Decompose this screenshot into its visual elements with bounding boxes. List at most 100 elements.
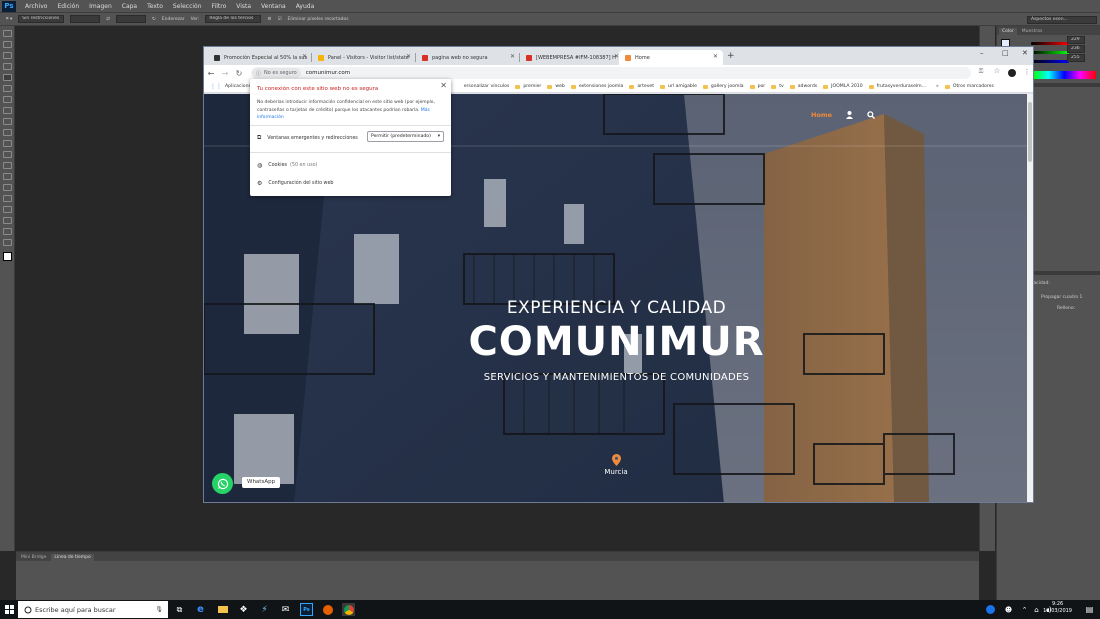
site-settings-row[interactable]: ⚙ Configuración del sitio web bbox=[257, 180, 333, 187]
crop-tool-icon[interactable]: ⌗ ▾ bbox=[6, 16, 12, 22]
move-tool-icon[interactable] bbox=[2, 30, 12, 37]
pen-tool-icon[interactable] bbox=[2, 184, 12, 191]
bookmark-star-icon[interactable]: ☆ bbox=[990, 67, 1004, 75]
whatsapp-button[interactable] bbox=[212, 473, 233, 494]
bookmarks-more-button[interactable]: » bbox=[936, 84, 939, 89]
type-tool-icon[interactable] bbox=[2, 195, 12, 202]
lasso-tool-icon[interactable] bbox=[2, 52, 12, 59]
tab-muestras[interactable]: Muestras bbox=[1019, 28, 1046, 35]
scrollbar-thumb[interactable] bbox=[1028, 102, 1032, 162]
menu-vista[interactable]: Vista bbox=[231, 3, 256, 10]
gradient-tool-icon[interactable] bbox=[2, 151, 12, 158]
menu-filtro[interactable]: Filtro bbox=[207, 3, 232, 10]
menu-ayuda[interactable]: Ayuda bbox=[291, 3, 320, 10]
dodge-tool-icon[interactable] bbox=[2, 173, 12, 180]
shape-tool-icon[interactable] bbox=[2, 217, 12, 224]
help-icon[interactable] bbox=[984, 603, 997, 616]
bookmark-item[interactable]: artevet bbox=[629, 84, 654, 89]
workspace-select[interactable]: Aspectos esen... bbox=[1027, 16, 1097, 24]
constraint-select[interactable]: Sin restricciones bbox=[18, 15, 65, 23]
lightning-app-icon[interactable]: ⚡ bbox=[258, 603, 271, 616]
close-window-button[interactable]: ✕ bbox=[1022, 49, 1028, 57]
tab-close-icon[interactable]: ✕ bbox=[713, 53, 718, 60]
height-field[interactable] bbox=[116, 15, 147, 23]
mail-icon[interactable]: ✉ bbox=[279, 603, 292, 616]
tab-home[interactable]: Home ✕ bbox=[619, 50, 723, 65]
tab-gmail[interactable]: [WEBEMPRESA #IFM-108387] H ✕ bbox=[520, 50, 624, 65]
tab-close-icon[interactable]: ✕ bbox=[302, 53, 307, 60]
tab-color[interactable]: Color bbox=[999, 28, 1017, 35]
file-explorer-icon[interactable] bbox=[216, 603, 229, 616]
firefox-icon[interactable] bbox=[321, 603, 334, 616]
task-view-icon[interactable]: ⧉ bbox=[173, 603, 186, 616]
swap-icon[interactable]: ⇄ bbox=[106, 17, 110, 22]
eraser-tool-icon[interactable] bbox=[2, 140, 12, 147]
bookmark-item[interactable]: adwords bbox=[789, 84, 817, 89]
red-slider[interactable] bbox=[1031, 42, 1069, 45]
microphone-icon[interactable]: 🎙 bbox=[155, 606, 163, 613]
blue-slider[interactable] bbox=[1031, 60, 1069, 63]
eyedropper-tool-icon[interactable] bbox=[2, 85, 12, 92]
path-select-icon[interactable] bbox=[2, 206, 12, 213]
menu-archivo[interactable]: Archivo bbox=[20, 3, 52, 10]
blue-value[interactable]: 255 bbox=[1067, 54, 1085, 62]
bookmark-item[interactable]: premier bbox=[515, 84, 541, 89]
tab-close-icon[interactable]: ✕ bbox=[406, 53, 411, 60]
maximize-button[interactable]: □ bbox=[1002, 49, 1009, 57]
overlay-select[interactable]: Regla de los tercios bbox=[205, 15, 262, 23]
marquee-tool-icon[interactable] bbox=[2, 41, 12, 48]
menu-ventana[interactable]: Ventana bbox=[256, 3, 291, 10]
other-bookmarks[interactable]: Otros marcadores bbox=[944, 84, 994, 89]
windows-start-icon[interactable] bbox=[5, 605, 14, 614]
people-icon[interactable]: ☻ bbox=[1002, 603, 1015, 616]
red-value[interactable]: 229 bbox=[1067, 36, 1085, 44]
tab-timeline[interactable]: Línea de tiempo bbox=[51, 554, 94, 561]
system-clock[interactable]: 9:26 12/03/2019 bbox=[1043, 601, 1072, 615]
crop-tool-icon[interactable] bbox=[2, 74, 12, 81]
key-icon[interactable]: ⚿ bbox=[974, 68, 988, 76]
clear-icon[interactable]: ↻ bbox=[152, 17, 156, 22]
tab-promocion[interactable]: Promoción Especial al 50% la sus ✕ bbox=[208, 50, 312, 65]
hand-tool-icon[interactable] bbox=[2, 228, 12, 235]
bookmark-item[interactable]: web bbox=[547, 84, 565, 89]
minimize-button[interactable]: – bbox=[980, 49, 984, 57]
bookmark-apps[interactable]: ⋮⋮ Aplicaciones bbox=[210, 83, 254, 90]
width-field[interactable] bbox=[70, 15, 101, 23]
whatsapp-label[interactable]: WhatsApp bbox=[242, 477, 281, 488]
brush-tool-icon[interactable] bbox=[2, 107, 12, 114]
quick-select-tool-icon[interactable] bbox=[2, 63, 12, 70]
bookmark-item[interactable]: JOOMLA 2010 bbox=[823, 84, 863, 89]
bookmark-item[interactable]: gallery joomla bbox=[702, 84, 744, 89]
delete-cropped-checkbox[interactable]: ☑ bbox=[277, 17, 281, 22]
bookmark-item[interactable]: extensiones joomla bbox=[570, 84, 623, 89]
nav-home-link[interactable]: Home bbox=[811, 111, 832, 119]
security-chip[interactable]: ⓘ No es seguro bbox=[252, 68, 301, 78]
notifications-icon[interactable]: ▤ bbox=[1083, 603, 1096, 616]
menu-imagen[interactable]: Imagen bbox=[84, 3, 117, 10]
menu-capa[interactable]: Capa bbox=[117, 3, 142, 10]
menu-seleccion[interactable]: Selección bbox=[168, 3, 207, 10]
new-tab-button[interactable]: + bbox=[727, 51, 735, 61]
user-icon[interactable] bbox=[846, 111, 854, 119]
profile-avatar[interactable] bbox=[1008, 69, 1016, 77]
chrome-menu-icon[interactable]: ⋮ bbox=[1020, 68, 1033, 76]
tab-panel-visitors[interactable]: Panel - Visitors - Visitor list/state ✕ bbox=[312, 50, 416, 65]
bookmark-item[interactable]: por bbox=[749, 84, 765, 89]
page-scrollbar[interactable] bbox=[1027, 94, 1033, 502]
edge-icon[interactable]: e bbox=[194, 603, 207, 616]
tab-close-icon[interactable]: ✕ bbox=[510, 53, 515, 60]
chrome-taskbar-icon[interactable] bbox=[342, 603, 355, 616]
bookmark-item[interactable]: ersonalizar vínculos bbox=[464, 84, 510, 89]
forward-arrow-icon[interactable]: → bbox=[218, 69, 232, 78]
blur-tool-icon[interactable] bbox=[2, 162, 12, 169]
menu-edicion[interactable]: Edición bbox=[52, 3, 84, 10]
foreground-color-swatch[interactable] bbox=[2, 252, 12, 261]
bookmark-item[interactable]: url amigable bbox=[660, 84, 697, 89]
taskbar-search[interactable]: Escribe aquí para buscar 🎙 bbox=[18, 601, 168, 618]
settings-gear-icon[interactable]: ⚙ bbox=[267, 17, 271, 22]
stamp-tool-icon[interactable] bbox=[2, 118, 12, 125]
healing-tool-icon[interactable] bbox=[2, 96, 12, 103]
popups-permission-select[interactable]: Permitir (predeterminado) ▾ bbox=[367, 131, 444, 142]
zoom-tool-icon[interactable] bbox=[2, 239, 12, 246]
bookmark-item[interactable]: tv bbox=[771, 84, 784, 89]
